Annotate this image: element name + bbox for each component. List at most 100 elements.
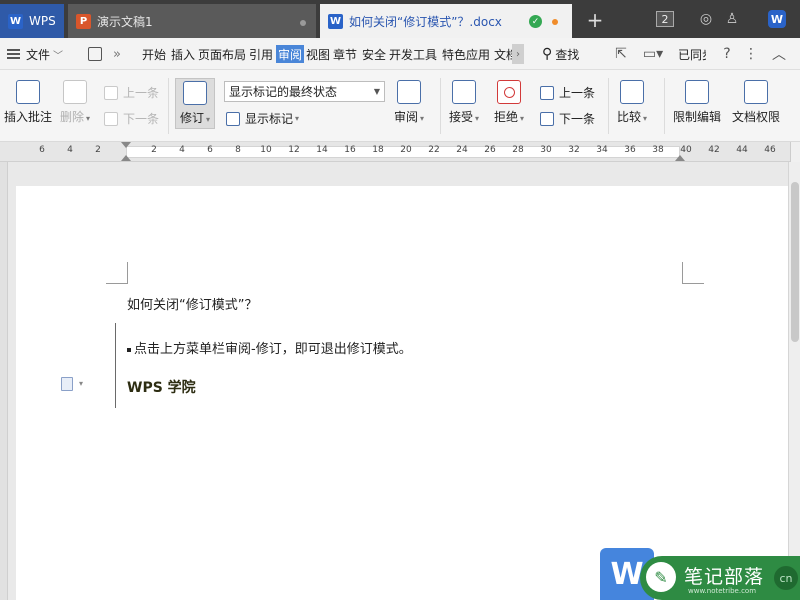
ruler-tick: 14 [316, 145, 328, 155]
ruler-tick: 44 [736, 145, 748, 155]
first-indent-marker[interactable] [121, 142, 131, 148]
theme-shirt-icon[interactable]: ♙ [722, 8, 742, 30]
ribbon-divider [168, 78, 169, 134]
revision-change-bar [115, 323, 116, 408]
margin-corner-mark [682, 262, 704, 284]
show-markup-button[interactable]: 显示标记 ▾ [226, 110, 299, 127]
sync-status[interactable]: 已同步 [678, 45, 706, 63]
menu-item-document[interactable]: 文档 [494, 45, 512, 63]
scrollbar-thumb[interactable] [791, 182, 799, 342]
save-icon[interactable] [88, 47, 102, 61]
close-tab-icon[interactable] [300, 20, 306, 26]
track-changes-icon [183, 81, 208, 105]
accept-check-icon [452, 80, 477, 104]
review-label: 审阅 [394, 110, 419, 124]
ruler-tick: 34 [596, 145, 608, 155]
menu-item-features[interactable]: 特色应用 [442, 45, 490, 63]
menu-item-page-layout[interactable]: 页面布局 [198, 45, 246, 63]
ruler-tick: 40 [680, 145, 692, 155]
prev-change-button[interactable]: 上一条 [540, 84, 595, 101]
accept-label: 接受 [449, 110, 474, 124]
next-change-button[interactable]: 下一条 [540, 110, 595, 127]
tab-label: WPS [29, 14, 56, 28]
more-options-icon[interactable]: ⋮ [742, 45, 760, 63]
delete-label: 删除 [60, 110, 85, 124]
window-count-badge[interactable]: 2 [656, 11, 674, 27]
document-rights-button[interactable]: 文档权限 [732, 80, 780, 125]
double-chevron-right-icon[interactable]: » [113, 45, 121, 63]
skin-icon[interactable]: ◎ [696, 8, 716, 30]
insert-comment-button[interactable]: 插入批注 [4, 80, 52, 125]
menu-item-references[interactable]: 引用 [249, 45, 273, 63]
horizontal-ruler[interactable]: 6 4 2 2 4 6 8 10 12 14 16 18 20 22 24 26… [0, 142, 790, 162]
ruler-tick: 28 [512, 145, 524, 155]
menu-scroll-right-icon[interactable]: › [512, 44, 524, 64]
ribbon-divider [440, 78, 441, 134]
ruler-toggle-icon[interactable] [790, 142, 800, 162]
next-change-label: 下一条 [559, 112, 596, 126]
file-menu[interactable]: 文件 ﹀ [26, 45, 63, 63]
tab-wps-home[interactable]: W WPS [0, 4, 64, 38]
share-icon[interactable]: ⇱ [612, 45, 630, 63]
ruler-tick: 12 [288, 145, 300, 155]
menu-item-home[interactable]: 开始 [142, 45, 166, 63]
reject-button[interactable]: 拒绝 ▾ [494, 80, 524, 125]
watermark-site-name: 笔记部落 [684, 566, 765, 588]
display-markup-select[interactable]: 显示标记的最终状态 ▼ [224, 81, 385, 102]
menu-item-view[interactable]: 视图 [306, 45, 330, 63]
new-tab-button[interactable]: + [582, 6, 608, 34]
unsaved-dot-icon[interactable] [552, 19, 558, 25]
template-icon[interactable]: ▭▾ [640, 45, 666, 63]
review-pane-icon [397, 80, 422, 104]
prev-comment-label: 上一条 [123, 86, 160, 100]
avatar[interactable]: W [768, 10, 786, 28]
chevron-down-icon[interactable]: ▾ [79, 379, 83, 388]
ruler-tick: 6 [207, 145, 213, 155]
delete-comment-icon [63, 80, 88, 104]
tab-presentation[interactable]: P 演示文稿1 [68, 4, 316, 38]
prev-change-icon [540, 85, 554, 100]
compare-icon [620, 80, 645, 104]
tab-label: 如何关闭“修订模式”？.docx [349, 14, 502, 29]
search-button[interactable]: ⚲ 查找 [542, 45, 579, 63]
menu-item-section[interactable]: 章节 [333, 45, 357, 63]
pen-icon: ✎ [646, 562, 676, 592]
menu-item-insert[interactable]: 插入 [171, 45, 195, 63]
tab-document[interactable]: W 如何关闭“修订模式”？.docx ✓ [320, 4, 572, 38]
compare-button[interactable]: 比较 ▾ [617, 80, 647, 125]
menu-item-security[interactable]: 安全 [362, 45, 386, 63]
document-rights-icon [744, 80, 768, 104]
document-title-line[interactable]: 如何关闭“修订模式”？ [127, 294, 257, 313]
presentation-icon: P [76, 13, 91, 29]
hanging-indent-marker[interactable] [121, 155, 131, 161]
vertical-ruler[interactable] [0, 162, 8, 600]
document-body-line[interactable]: 点击上方菜单栏审阅-修订，即可退出修订模式。 [127, 338, 412, 357]
review-pane-button[interactable]: 审阅 ▾ [394, 80, 424, 125]
saved-check-icon: ✓ [529, 15, 542, 28]
ruler-tick: 42 [708, 145, 720, 155]
delete-comment-button[interactable]: 删除 ▾ [60, 80, 90, 125]
restrict-editing-icon [685, 80, 709, 104]
next-comment-label: 下一条 [123, 112, 160, 126]
track-changes-button[interactable]: 修订 ▾ [175, 78, 216, 129]
comment-marker-icon[interactable] [61, 377, 73, 391]
accept-button[interactable]: 接受 ▾ [449, 80, 479, 125]
ruler-tick: 46 [764, 145, 776, 155]
wps-logo-icon: W [8, 13, 23, 29]
watermark-cn-badge: cn [774, 566, 798, 590]
bullet-icon [127, 347, 131, 352]
document-signature-line[interactable]: WPS 学院 [127, 377, 196, 397]
hamburger-menu-icon[interactable] [6, 45, 20, 63]
watermark-site-url: www.notetribe.com [688, 587, 757, 595]
right-indent-marker[interactable] [675, 155, 685, 161]
collapse-ribbon-icon[interactable]: ︿ [770, 45, 788, 63]
menu-item-developer[interactable]: 开发工具 [389, 45, 437, 63]
vertical-scrollbar[interactable] [788, 162, 800, 600]
next-comment-button[interactable]: 下一条 [104, 110, 159, 127]
help-icon[interactable]: ? [718, 45, 736, 63]
ribbon-divider [664, 78, 665, 134]
restrict-editing-button[interactable]: 限制编辑 [673, 80, 721, 125]
document-body-text: 点击上方菜单栏审阅-修订，即可退出修订模式。 [134, 342, 412, 357]
prev-comment-button[interactable]: 上一条 [104, 84, 159, 101]
menu-item-review[interactable]: 审阅 [276, 45, 305, 63]
